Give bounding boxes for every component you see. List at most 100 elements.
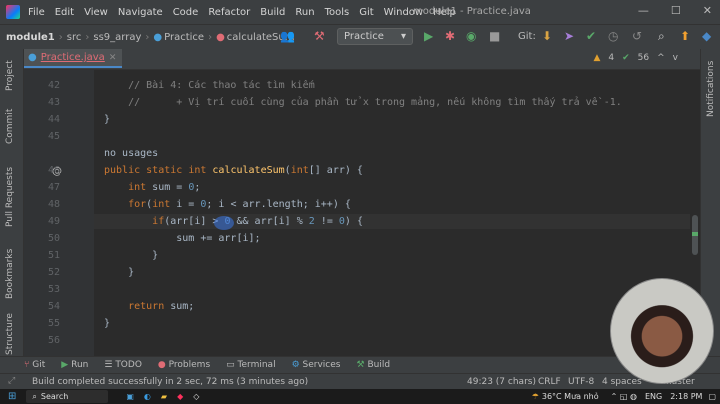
notification-icon[interactable]: ▢ xyxy=(708,392,716,401)
breadcrumb-module[interactable]: module1 xyxy=(6,32,55,43)
menu-refactor[interactable]: Refactor xyxy=(208,7,250,18)
menu-run[interactable]: Run xyxy=(295,7,314,18)
chevron-right-icon: › xyxy=(85,31,90,43)
close-tab-icon[interactable]: ✕ xyxy=(109,53,117,63)
menu-code[interactable]: Code xyxy=(173,7,199,18)
code-line[interactable]: int sum = 0; xyxy=(104,182,200,193)
code-line[interactable]: // Bài 4: Các thao tác tìm kiếm xyxy=(104,80,315,91)
menu-edit[interactable]: Edit xyxy=(55,7,74,18)
line-number[interactable]: 56 xyxy=(24,335,60,346)
taskview-icon[interactable]: ▣ xyxy=(126,392,134,401)
history-icon[interactable]: ◷ xyxy=(608,29,618,43)
tool-terminal-button[interactable]: ▭ Terminal xyxy=(226,360,275,370)
code-line[interactable]: for(int i = 0; i < arr.length; i++) { xyxy=(104,199,351,210)
edge-icon[interactable]: ◐ xyxy=(144,392,151,401)
tool-services-button[interactable]: ⚙ Services xyxy=(292,360,341,370)
line-number[interactable]: 42 xyxy=(24,80,60,91)
expand-icon[interactable]: ⤢ xyxy=(8,376,15,386)
git-commit-icon[interactable]: ✔ xyxy=(586,29,596,43)
breadcrumb-src[interactable]: src xyxy=(67,32,82,43)
menu-git[interactable]: Git xyxy=(359,7,373,18)
maximize-icon[interactable]: ☐ xyxy=(671,4,681,17)
breadcrumb-package[interactable]: ss9_array xyxy=(93,32,141,43)
code-line[interactable]: } xyxy=(104,250,158,261)
breadcrumb-class[interactable]: Practice xyxy=(164,32,204,43)
code-line[interactable]: public static int calculateSum(int[] arr… xyxy=(104,165,363,176)
menu-view[interactable]: View xyxy=(84,7,108,18)
indent-setting[interactable]: 4 spaces xyxy=(602,377,642,387)
tool-build-button[interactable]: ⚒ Build xyxy=(356,360,390,370)
code-editor[interactable]: no usages // Bài 4: Các thao tác tìm kiế… xyxy=(94,70,690,356)
minimize-icon[interactable]: — xyxy=(638,4,649,17)
tool-git-button[interactable]: ⑂ Git xyxy=(24,360,45,370)
tray-icons[interactable]: ⌃ ◱ ◍ xyxy=(611,392,637,401)
status-message[interactable]: Build completed successfully in 2 sec, 7… xyxy=(32,377,308,387)
run-configuration-select[interactable]: Practice ▾ xyxy=(337,28,413,45)
menu-navigate[interactable]: Navigate xyxy=(118,7,163,18)
coverage-icon[interactable]: ◉ xyxy=(466,29,476,43)
line-number[interactable]: 44 xyxy=(24,114,60,125)
tool-run-button[interactable]: ▶ Run xyxy=(61,360,88,370)
user-icon[interactable]: 👥 xyxy=(280,29,295,43)
intellij-taskbar-icon[interactable]: ◆ xyxy=(177,392,183,401)
search-icon[interactable]: ⌕ xyxy=(658,29,665,44)
chevron-down-icon[interactable]: v xyxy=(673,53,678,63)
tool-problems-button[interactable]: ● Problems xyxy=(158,360,210,370)
tool-notifications[interactable]: Notifications xyxy=(706,61,716,117)
close-icon[interactable]: ✕ xyxy=(703,4,712,17)
inspection-widget[interactable]: ▲ 4 ✔ 56 ^ v xyxy=(593,53,678,63)
code-line[interactable]: } xyxy=(104,267,134,278)
menu-tools[interactable]: Tools xyxy=(325,7,350,18)
breadcrumb: module1 › src › ss9_array › ● Practice ›… xyxy=(6,32,294,43)
code-line[interactable]: return sum; xyxy=(104,301,194,312)
tool-todo-button[interactable]: ☰ TODO xyxy=(104,360,142,370)
tool-bookmarks[interactable]: Bookmarks xyxy=(5,249,15,299)
line-number[interactable]: 51 xyxy=(24,250,60,261)
line-separator[interactable]: CRLF xyxy=(538,377,561,387)
tab-practice-java[interactable]: ● Practice.java ✕ xyxy=(24,49,123,68)
jetbrains-icon[interactable]: ◆ xyxy=(702,29,711,43)
taskbar-search[interactable]: ⌕ Search xyxy=(26,390,109,403)
debug-icon[interactable]: ✱ xyxy=(445,29,455,43)
tool-pull-requests[interactable]: Pull Requests xyxy=(5,167,15,227)
line-number[interactable]: 53 xyxy=(24,284,60,295)
windows-start-icon[interactable]: ⊞ xyxy=(8,391,16,402)
file-encoding[interactable]: UTF-8 xyxy=(568,377,594,387)
windows-taskbar: ⊞ ⌕ Search ▣ ◐ ▰ ◆ ◇ ☂ 36°C Mưa nhỏ ⌃ ◱ … xyxy=(0,389,720,404)
line-number[interactable]: 52 xyxy=(24,267,60,278)
code-line[interactable]: // + Vị trí cuối cùng của phần tử x tron… xyxy=(104,97,622,108)
line-number[interactable]: 47 xyxy=(24,182,60,193)
language-indicator[interactable]: ENG xyxy=(645,392,662,401)
app-icon[interactable]: ◇ xyxy=(193,392,199,401)
caret-position[interactable]: 49:23 (7 chars) xyxy=(467,377,536,387)
stop-icon[interactable]: ■ xyxy=(489,29,500,43)
line-number[interactable]: 49 xyxy=(24,216,60,227)
tool-structure[interactable]: Structure xyxy=(5,313,15,355)
line-number[interactable]: 45 xyxy=(24,131,60,142)
explorer-icon[interactable]: ▰ xyxy=(161,392,167,401)
line-number[interactable]: 48 xyxy=(24,199,60,210)
git-update-icon[interactable]: ⬇ xyxy=(542,29,552,43)
update-icon[interactable]: ⬆ xyxy=(680,29,690,43)
code-line[interactable]: sum += arr[i]; xyxy=(104,233,260,244)
run-icon[interactable]: ▶ xyxy=(424,29,433,43)
line-number[interactable]: 46 xyxy=(24,165,60,176)
menu-build[interactable]: Build xyxy=(260,7,285,18)
hammer-icon[interactable]: ⚒ xyxy=(314,29,325,43)
chevron-up-icon[interactable]: ^ xyxy=(657,53,665,63)
tool-project[interactable]: Project xyxy=(5,60,15,91)
weather-icon: ☂ xyxy=(531,392,539,401)
menu-file[interactable]: File xyxy=(28,7,45,18)
tool-commit[interactable]: Commit xyxy=(5,109,15,144)
clock[interactable]: 2:18 PM xyxy=(670,392,702,401)
line-number[interactable]: 55 xyxy=(24,318,60,329)
revert-icon[interactable]: ↺ xyxy=(632,29,642,43)
weather-label[interactable]: 36°C Mưa nhỏ xyxy=(542,392,599,401)
line-number[interactable]: 50 xyxy=(24,233,60,244)
line-number[interactable]: 54 xyxy=(24,301,60,312)
code-line[interactable]: } xyxy=(104,114,110,125)
git-push-icon[interactable]: ➤ xyxy=(564,29,574,43)
left-tool-strip: Project Commit Pull Requests Bookmarks S… xyxy=(0,49,24,356)
line-number[interactable]: 43 xyxy=(24,97,60,108)
code-line[interactable]: } xyxy=(104,318,110,329)
